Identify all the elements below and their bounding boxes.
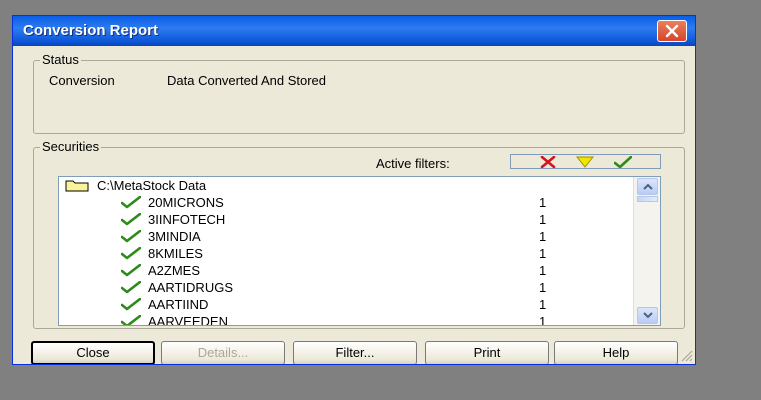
folder-icon	[65, 180, 89, 192]
security-count: 1	[539, 246, 547, 261]
scroll-thumb[interactable]	[637, 196, 658, 202]
close-button[interactable]: Close	[31, 341, 155, 364]
security-name: AARTIDRUGS	[148, 280, 233, 295]
check-icon	[121, 213, 141, 226]
check-icon	[121, 230, 141, 243]
security-count: 1	[539, 263, 547, 278]
close-icon	[665, 24, 679, 38]
security-count: 1	[539, 195, 547, 210]
conversion-report-dialog: Conversion Report Status Conversion Data…	[12, 15, 696, 365]
security-count: 1	[539, 297, 547, 312]
list-item[interactable]: AARVEEDEN 1	[59, 313, 639, 326]
list-item[interactable]: AARTIDRUGS 1	[59, 279, 639, 296]
security-name: 8KMILES	[148, 246, 203, 261]
list-item[interactable]: 3IINFOTECH 1	[59, 211, 639, 228]
status-group: Status Conversion Data Converted And Sto…	[33, 52, 685, 134]
check-icon	[121, 281, 141, 294]
security-count: 1	[539, 212, 547, 227]
security-name: 3IINFOTECH	[148, 212, 226, 227]
security-count: 1	[539, 229, 547, 244]
securities-legend: Securities	[40, 139, 102, 154]
security-name: AARVEEDEN	[148, 314, 228, 326]
check-icon	[121, 298, 141, 311]
window-close-button[interactable]	[657, 20, 687, 42]
securities-list[interactable]: C:\MetaStock Data 20MICRONS 1 3IINFOTECH…	[58, 176, 661, 326]
window-title: Conversion Report	[23, 22, 159, 39]
root-path-label: C:\MetaStock Data	[97, 178, 207, 193]
status-legend: Status	[40, 52, 81, 67]
filter-button[interactable]: Filter...	[293, 341, 417, 364]
scroll-up-button[interactable]	[637, 178, 658, 195]
help-button[interactable]: Help	[554, 341, 678, 364]
security-name: AARTIIND	[148, 297, 209, 312]
list-item[interactable]: AARTIIND 1	[59, 296, 639, 313]
check-icon	[121, 315, 141, 325]
error-filter-x-icon[interactable]	[540, 155, 556, 168]
list-item[interactable]: 8KMILES 1	[59, 245, 639, 262]
security-name: 20MICRONS	[148, 195, 224, 210]
list-root-folder[interactable]: C:\MetaStock Data	[65, 177, 206, 194]
status-value: Data Converted And Stored	[167, 73, 326, 88]
check-icon	[121, 196, 141, 209]
security-name: 3MINDIA	[148, 229, 201, 244]
active-filters-label: Active filters:	[376, 156, 450, 171]
status-label: Conversion	[49, 73, 115, 88]
security-name: A2ZMES	[148, 263, 201, 278]
success-filter-check-icon[interactable]	[613, 155, 632, 168]
securities-group: Securities Active filters: C:\MetaStock …	[33, 139, 685, 329]
check-icon	[121, 264, 141, 277]
chevron-up-icon	[642, 183, 653, 190]
list-item[interactable]: 20MICRONS 1	[59, 194, 639, 211]
list-item[interactable]: 3MINDIA 1	[59, 228, 639, 245]
title-bar[interactable]: Conversion Report	[13, 16, 695, 46]
list-scrollbar[interactable]	[633, 177, 660, 325]
scroll-down-button[interactable]	[637, 307, 658, 324]
active-filters-box	[510, 154, 661, 169]
chevron-down-icon	[642, 312, 653, 319]
security-count: 1	[539, 280, 547, 295]
check-icon	[121, 247, 141, 260]
details-button[interactable]: Details...	[161, 341, 285, 364]
print-button[interactable]: Print	[425, 341, 549, 364]
list-item[interactable]: A2ZMES 1	[59, 262, 639, 279]
warning-filter-triangle-icon[interactable]	[575, 156, 594, 168]
resize-grip-icon[interactable]	[681, 350, 693, 362]
security-count: 1	[539, 314, 547, 326]
